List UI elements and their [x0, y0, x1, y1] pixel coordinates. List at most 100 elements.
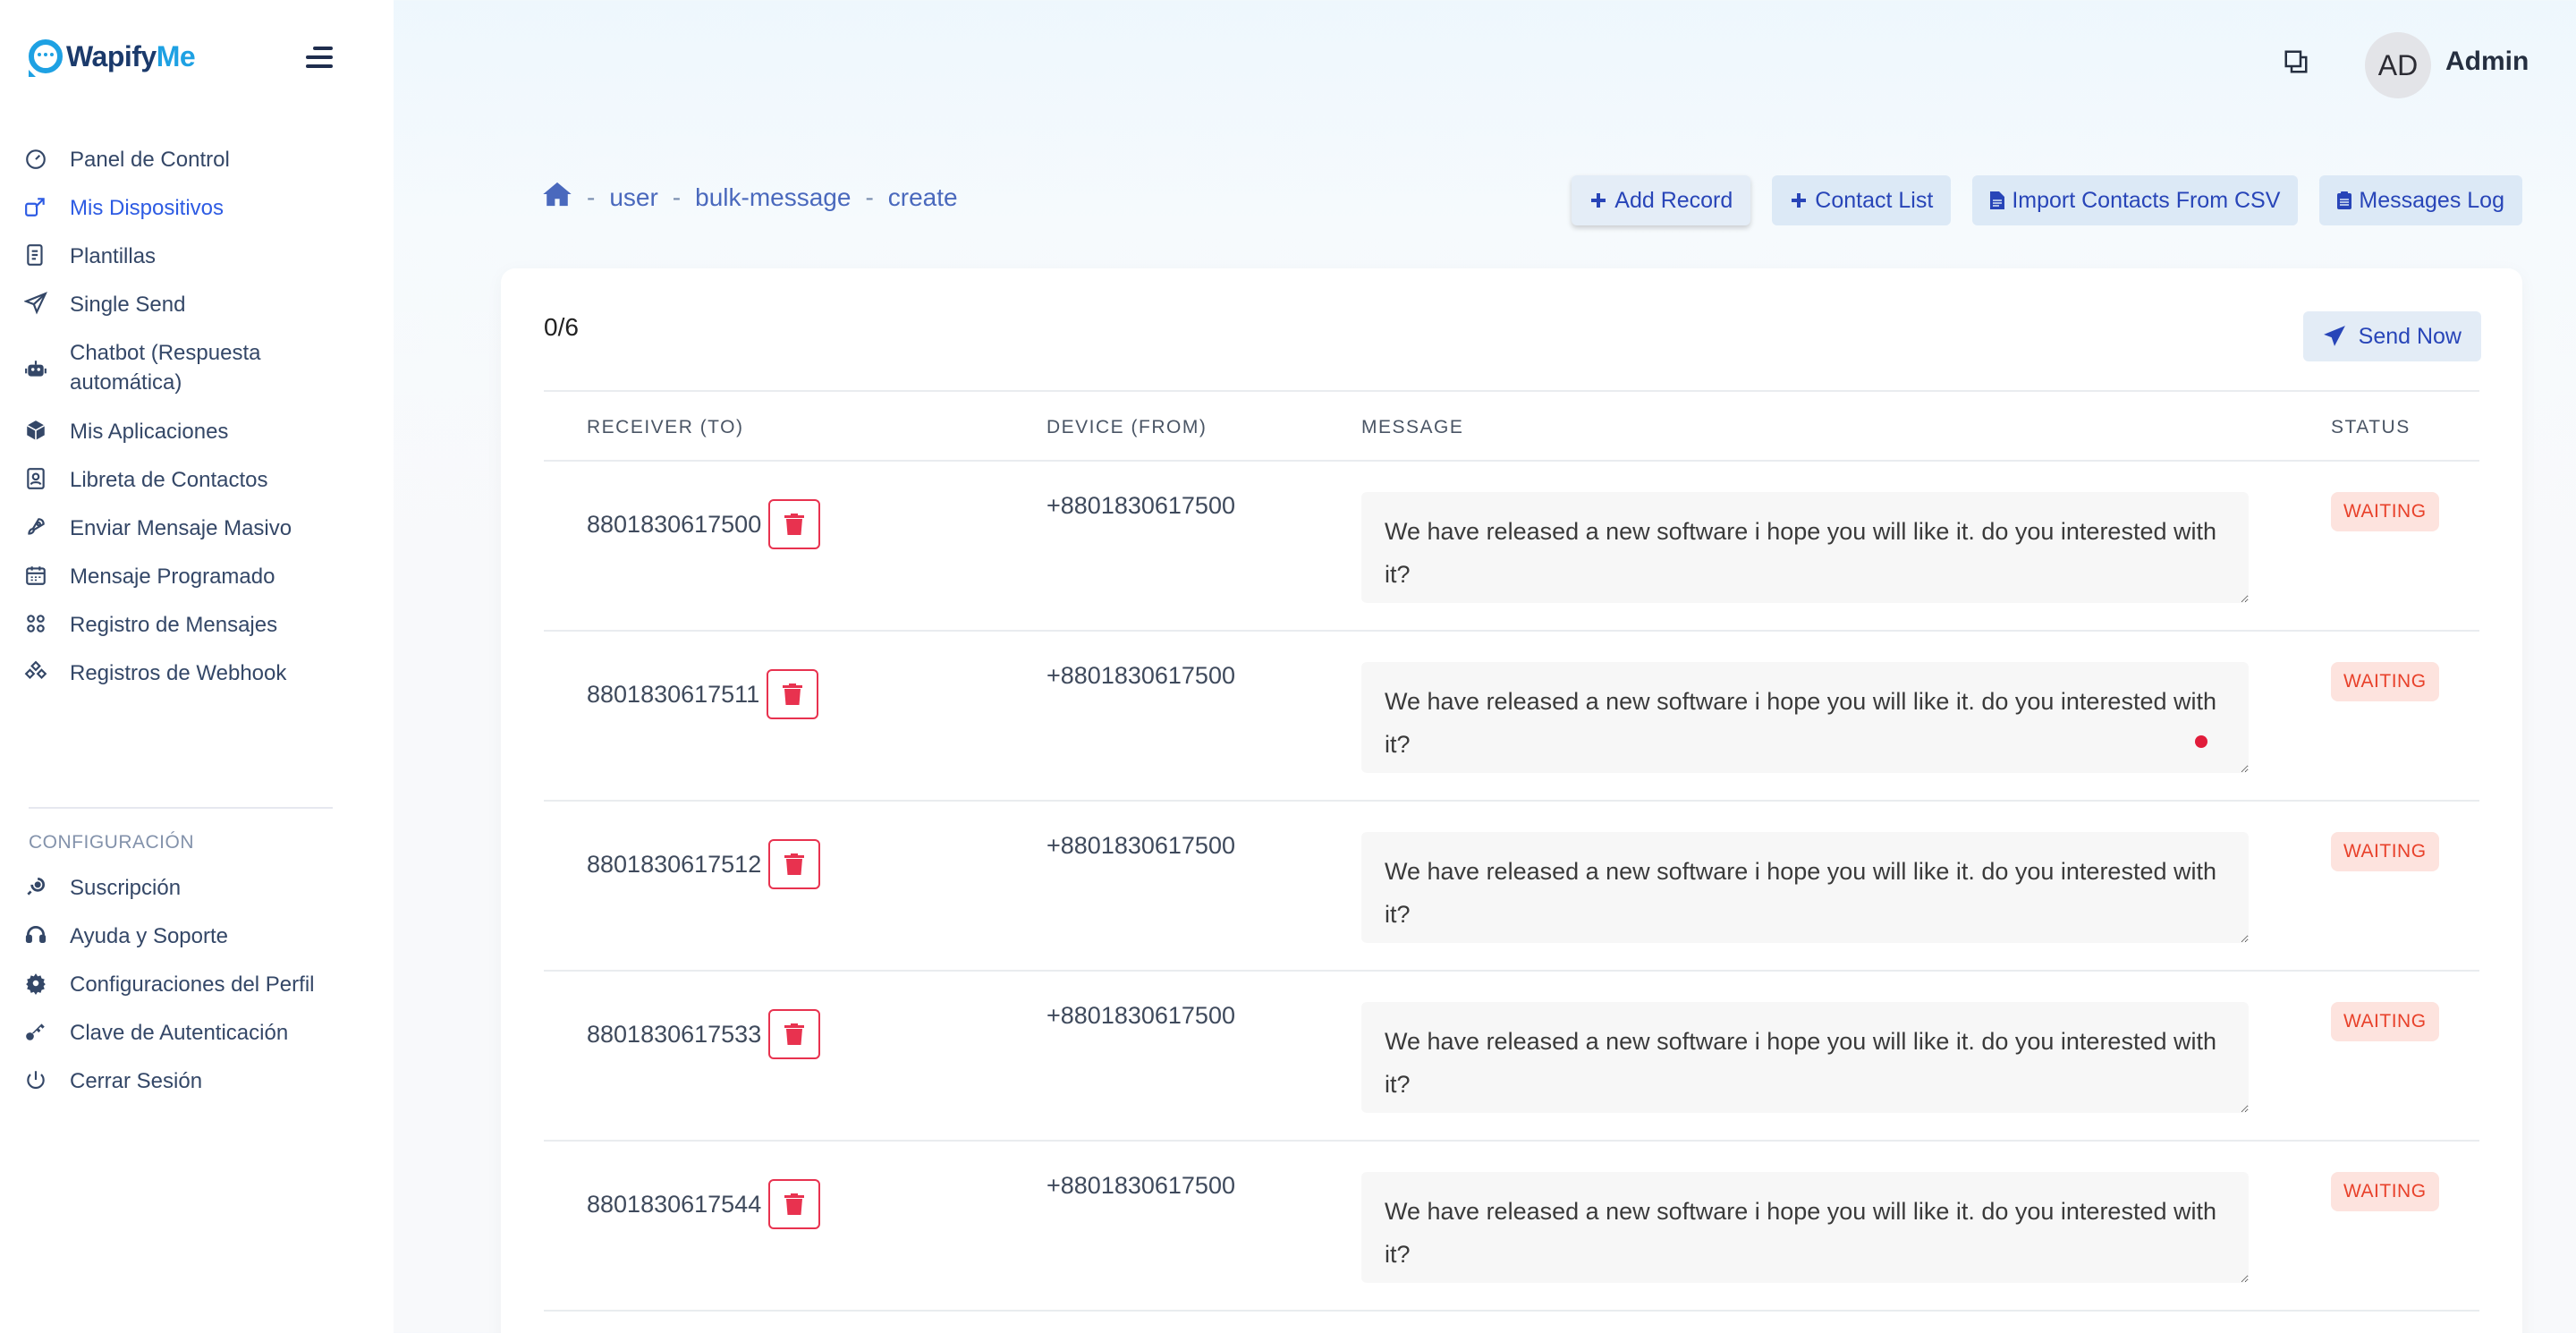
gauge-icon: [20, 145, 52, 172]
sidebar-item-mis-dispositivos[interactable]: Mis Dispositivos: [0, 193, 394, 242]
receiver-cell: 8801830617533: [587, 1009, 821, 1059]
delete-button[interactable]: [767, 669, 819, 719]
sidebar-item-label: Chatbot (Respuesta automática): [70, 341, 261, 395]
file-icon: [1990, 191, 2005, 210]
import-csv-button[interactable]: Import Contacts From CSV: [1972, 175, 2299, 225]
table-row: 8801830617500 +8801830617500 We have rel…: [544, 462, 2479, 632]
sidebar-item-label: Registros de Webhook: [70, 661, 287, 685]
sidebar-item-panel-de-control[interactable]: Panel de Control: [0, 145, 394, 193]
sidebar-item-plantillas[interactable]: Plantillas: [0, 242, 394, 290]
robot-icon: [20, 356, 52, 383]
sidebar-item-label: Mensaje Programado: [70, 565, 275, 589]
sidebar-item-label: Libreta de Contactos: [70, 468, 268, 492]
receiver-number: 8801830617500: [587, 510, 762, 538]
sidebar-nav: Panel de Control Mis Dispositivos Planti…: [0, 145, 394, 707]
log-icon: [20, 610, 52, 637]
contact-list-button[interactable]: Contact List: [1772, 175, 1952, 225]
sidebar-item-mensaje-programado[interactable]: Mensaje Programado: [0, 562, 394, 610]
breadcrumb-create: create: [887, 183, 958, 211]
sidebar-item-configuraciones-del-perfil[interactable]: Configuraciones del Perfil: [0, 970, 394, 1018]
contact-list-label: Contact List: [1815, 187, 1934, 213]
brand-logo[interactable]: WapifyMe: [29, 39, 196, 77]
power-icon: [20, 1066, 52, 1093]
action-buttons: Add Record Contact List Import Contacts …: [1550, 175, 2522, 225]
sidebar-item-suscripcion[interactable]: Suscripción: [0, 873, 394, 921]
sidebar-item-mis-aplicaciones[interactable]: Mis Aplicaciones: [0, 417, 394, 465]
messages-log-button[interactable]: Messages Log: [2319, 175, 2522, 225]
sidebar-item-cerrar-sesion[interactable]: Cerrar Sesión: [0, 1066, 394, 1115]
sidebar-item-label: Single Send: [70, 293, 186, 317]
messages-table: RECEIVER (TO) DEVICE (FROM) MESSAGE STAT…: [544, 390, 2479, 1312]
avatar[interactable]: AD: [2365, 32, 2431, 98]
table-row: 8801830617512 +8801830617500 We have rel…: [544, 802, 2479, 972]
sidebar: WapifyMe Panel de Control Mis Dispositiv…: [0, 0, 394, 1333]
user-name[interactable]: Admin: [2445, 47, 2529, 77]
headset-icon: [20, 921, 52, 948]
delete-button[interactable]: [768, 1009, 821, 1059]
sidebar-item-label: Enviar Mensaje Masivo: [70, 516, 292, 540]
window-toggle-icon[interactable]: [2283, 48, 2309, 75]
status-badge: WAITING: [2331, 832, 2439, 871]
sidebar-item-libreta-de-contactos[interactable]: Libreta de Contactos: [0, 465, 394, 514]
subscription-icon: [20, 873, 52, 900]
send-now-button[interactable]: Send Now: [2302, 311, 2481, 361]
sidebar-section-title: CONFIGURACIÓN: [29, 832, 194, 853]
sidebar-item-label: Suscripción: [70, 876, 182, 900]
brand-name-part2: Me: [156, 39, 196, 72]
contact-book-icon: [20, 465, 52, 492]
brand-name-part1: Wapify: [66, 39, 157, 72]
key-icon: [20, 1018, 52, 1045]
template-icon: [20, 242, 52, 268]
status-badge: WAITING: [2331, 492, 2439, 531]
sidebar-item-registro-de-mensajes[interactable]: Registro de Mensajes: [0, 610, 394, 658]
message-textarea[interactable]: We have released a new software i hope y…: [1361, 832, 2249, 943]
message-textarea[interactable]: We have released a new software i hope y…: [1361, 492, 2249, 603]
sidebar-item-label: Panel de Control: [70, 148, 230, 172]
gear-icon: [20, 970, 52, 997]
sidebar-item-single-send[interactable]: Single Send: [0, 290, 394, 338]
paper-plane-icon: [20, 290, 52, 317]
spellcheck-indicator: [2195, 735, 2207, 748]
receiver-cell: 8801830617512: [587, 839, 821, 889]
sidebar-item-ayuda-y-soporte[interactable]: Ayuda y Soporte: [0, 921, 394, 970]
device-cell: +8801830617500: [1046, 662, 1235, 689]
message-textarea[interactable]: We have released a new software i hope y…: [1361, 1172, 2249, 1283]
status-badge: WAITING: [2331, 1172, 2439, 1211]
plus-icon: [1790, 191, 1808, 209]
device-cell: +8801830617500: [1046, 832, 1235, 859]
menu-toggle-icon[interactable]: [306, 47, 333, 68]
delete-button[interactable]: [768, 839, 821, 889]
column-header-status: STATUS: [2331, 417, 2411, 437]
sidebar-item-label: Plantillas: [70, 244, 157, 268]
sidebar-config-nav: Suscripción Ayuda y Soporte Configuracio…: [0, 873, 394, 1115]
add-record-button[interactable]: Add Record: [1572, 175, 1751, 225]
delete-button[interactable]: [768, 499, 821, 549]
sidebar-item-label: Ayuda y Soporte: [70, 924, 229, 948]
trash-icon: [784, 1023, 805, 1045]
paper-plane-icon: [2323, 326, 2345, 346]
sidebar-item-enviar-mensaje-masivo[interactable]: Enviar Mensaje Masivo: [0, 514, 394, 562]
sidebar-divider: [29, 807, 333, 809]
plus-icon: [1589, 191, 1607, 209]
trash-icon: [784, 514, 805, 535]
message-textarea[interactable]: We have released a new software i hope y…: [1361, 1002, 2249, 1113]
breadcrumb-separator: -: [587, 183, 596, 211]
import-csv-label: Import Contacts From CSV: [2012, 187, 2281, 213]
chat-bubble-icon: [29, 39, 63, 77]
sidebar-item-clave-de-autenticacion[interactable]: Clave de Autenticación: [0, 1018, 394, 1066]
message-textarea[interactable]: We have released a new software i hope y…: [1361, 662, 2249, 773]
receiver-number: 8801830617512: [587, 850, 762, 878]
sidebar-item-registros-de-webhook[interactable]: Registros de Webhook: [0, 658, 394, 707]
calendar-icon: [20, 562, 52, 589]
receiver-number: 8801830617511: [587, 680, 760, 708]
breadcrumb-bulk-message[interactable]: bulk-message: [695, 183, 851, 212]
receiver-number: 8801830617533: [587, 1020, 762, 1048]
send-now-label: Send Now: [2358, 323, 2462, 349]
breadcrumb-user[interactable]: user: [609, 183, 657, 212]
sidebar-item-label: Configuraciones del Perfil: [70, 972, 315, 997]
trash-icon: [784, 1193, 805, 1215]
delete-button[interactable]: [768, 1179, 821, 1229]
home-icon[interactable]: [542, 181, 572, 214]
table-header: RECEIVER (TO) DEVICE (FROM) MESSAGE STAT…: [544, 390, 2479, 462]
sidebar-item-chatbot[interactable]: Chatbot (Respuesta automática): [0, 338, 394, 417]
